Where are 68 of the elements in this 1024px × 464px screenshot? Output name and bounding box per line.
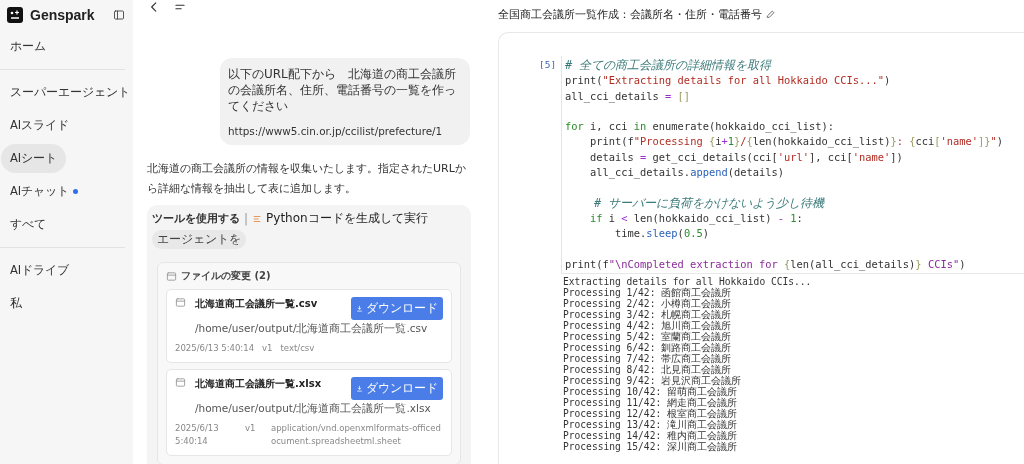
sidebar-item[interactable]: すべて	[1, 210, 55, 239]
output-line: Processing 2/42: 小樽商工会議所	[563, 298, 733, 310]
code-line: details = get_cci_details(cci['url'], cci['name'])	[589, 149, 904, 166]
code-line: for i, cci in enumerate(hokkaido_cci_list):	[565, 119, 835, 135]
sidebar-item[interactable]: スーパーエージェント	[1, 78, 139, 107]
file-version: v1	[262, 342, 273, 355]
code-line: all_cci_details = []	[565, 88, 692, 104]
file-version: v1	[245, 422, 257, 435]
output-line: Processing 8/42: 北見商工会議所	[563, 364, 732, 376]
output-line: Processing 6/42: 釧路商工会議所	[563, 342, 733, 354]
code-line: # サーバーに負荷をかけないよう少し待機	[592, 195, 826, 211]
file-name: 北海道商工会議所一覧.xlsx	[195, 377, 323, 391]
output-line: Processing 11/42: 網走商工会議所	[563, 397, 738, 409]
output-line: Processing 9/42: 岩見沢商工会議所	[563, 375, 743, 387]
sidebar-item[interactable]: AIドライブ	[1, 256, 79, 285]
sidebar-item[interactable]: ホーム	[1, 32, 55, 61]
output-line: Processing 10/42: 留萌商工会議所	[563, 386, 738, 398]
output-line: Processing 13/42: 滝川商工会議所	[563, 419, 738, 431]
output-line: Processing 5/42: 室蘭商工会議所	[563, 331, 733, 343]
file-path: /home/user/output/北海道商工会議所一覧.csv	[195, 322, 429, 336]
output-line: Processing 7/42: 帯広商工会議所	[563, 353, 733, 365]
file-name: 北海道商工会議所一覧.csv	[195, 297, 319, 311]
brand-name: Genspark	[30, 7, 96, 23]
code-line: all_cci_details.append(details)	[589, 165, 785, 181]
changes-title: ファイルの変更 (2)	[181, 269, 271, 283]
sidebar-item[interactable]: AIシート	[1, 144, 67, 173]
code-line: print("Extracting details for all Hokkaido CCIs...")	[565, 73, 892, 89]
separator-text: |	[244, 211, 249, 226]
assistant-reply: 北海道の商工会議所の情報を収集いたします。指定されたURLから詳細な情報を抽出して表に追加します。	[147, 161, 467, 197]
cell-number: [5]	[539, 58, 558, 72]
sidebar-toggle-button[interactable]	[113, 9, 125, 21]
download-button[interactable]: ダウンロード	[351, 377, 443, 400]
url-text: https://www5.cin.or.jp/ccilist/prefecture/1	[228, 124, 444, 139]
tool-action: Pythonコードを生成して実行	[266, 210, 428, 227]
code-line: print(f"\nCompleted extraction for {len(all_cci_details)} CCIs")	[565, 256, 967, 273]
output-line: Extracting details for all Hokkaido CCIs...	[563, 276, 813, 288]
sidebar-item[interactable]: 私	[1, 289, 31, 318]
code-line: if i < len(hokkaido_cci_list) - 1:	[589, 210, 804, 227]
output-line: Processing 15/42: 深川商工会議所	[563, 441, 738, 453]
file-icon	[175, 297, 186, 308]
code-line: print(f"Processing {i+1}/{len(hokkaido_cci_list)}: {cci['name']}")	[589, 134, 1005, 150]
notebook-title: 全国商工会議所一覧作成：会議所名・住所・電話番号	[498, 6, 762, 22]
edit-icon	[766, 9, 776, 19]
logo-icon	[7, 7, 23, 23]
file-date: 2025/6/13 5:40:14	[175, 342, 255, 355]
output-line: Processing 3/42: 札幌商工会議所	[563, 309, 733, 321]
file-type: application/vnd.openxmlformats-officedocument.spreadsheetml.sheet	[271, 422, 442, 448]
message-text: 以下のURL配下から 北海道の商工会議所の会議所名、住所、電話番号の一覧を作ってください	[228, 66, 457, 114]
file-icon	[166, 270, 177, 282]
download-button[interactable]: ダウンロード	[351, 297, 443, 320]
output-line: Processing 12/42: 根室商工会議所	[563, 408, 738, 420]
tool-label: ツールを使用する	[152, 211, 240, 226]
code-line: time.sleep(0.5)	[614, 226, 710, 242]
output-line: Processing 14/42: 稚内商工会議所	[563, 430, 738, 442]
notification-dot	[73, 189, 79, 194]
file-date: 2025/6/13 5:40:14	[175, 422, 220, 448]
file-icon	[175, 377, 186, 388]
file-path: /home/user/output/北海道商工会議所一覧.xlsx	[195, 402, 432, 416]
code-line: # 全ての商工会議所の詳細情報を取得	[565, 58, 773, 74]
output-line: Processing 4/42: 旭川商工会議所	[563, 320, 733, 332]
sidebar-item[interactable]: AIスライド	[1, 111, 79, 140]
file-type: text/csv	[280, 342, 316, 355]
output-line: Processing 1/42: 函館商工会議所	[563, 287, 733, 299]
code-icon	[252, 213, 263, 224]
download-icon	[356, 305, 363, 312]
download-icon	[356, 385, 363, 392]
sidebar-item[interactable]: AIチャット	[1, 177, 88, 206]
agent-chip[interactable]: エージェントを	[152, 230, 246, 249]
